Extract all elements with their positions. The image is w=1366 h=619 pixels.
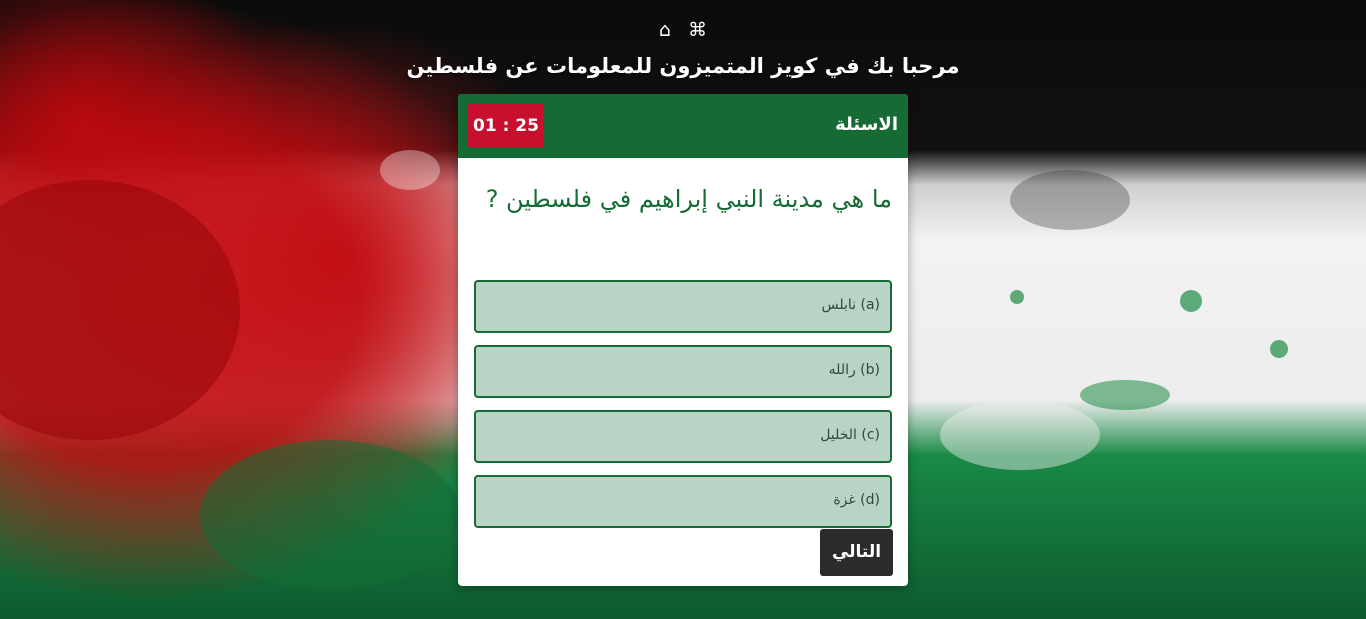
answer-option-d[interactable]: (d) غزة: [474, 475, 892, 528]
answer-option-label: (b) رالله: [828, 362, 880, 378]
answer-option-c[interactable]: (c) الخليل: [474, 410, 892, 463]
background-splatter: [1010, 170, 1130, 230]
quiz-card: الاسئلة 01 : 25 ما هي مدينة النبي إبراهي…: [458, 94, 908, 586]
answer-option-label: (d) غزة: [833, 492, 880, 508]
header-icon-bar: ⌂ ⌘: [0, 18, 1366, 42]
answer-option-label: (c) الخليل: [820, 427, 880, 443]
question-text: ما هي مدينة النبي إبراهيم في فلسطين ?: [485, 185, 892, 213]
answer-option-label: (a) نابلس: [821, 297, 880, 313]
page-title: مرحبا بك في كويز المتميزون للمعلومات عن …: [406, 54, 960, 78]
answer-option-a[interactable]: (a) نابلس: [474, 280, 892, 333]
background-splatter: [940, 400, 1100, 470]
next-button[interactable]: التالي: [820, 529, 893, 576]
questions-heading: الاسئلة: [835, 114, 898, 135]
background-splatter: [1270, 340, 1288, 358]
background-splatter: [380, 150, 440, 190]
countdown-timer: 01 : 25: [468, 104, 544, 148]
quiz-card-header: الاسئلة 01 : 25: [458, 94, 908, 158]
command-icon[interactable]: ⌘: [688, 18, 707, 42]
background-splatter: [0, 180, 240, 440]
home-icon[interactable]: ⌂: [659, 18, 671, 42]
background-splatter: [1080, 380, 1170, 410]
answer-option-b[interactable]: (b) رالله: [474, 345, 892, 398]
background-splatter: [1010, 290, 1024, 304]
background-splatter: [1180, 290, 1202, 312]
answer-options: (a) نابلس (b) رالله (c) الخليل (d) غزة: [474, 280, 892, 540]
background-splatter: [200, 440, 460, 590]
